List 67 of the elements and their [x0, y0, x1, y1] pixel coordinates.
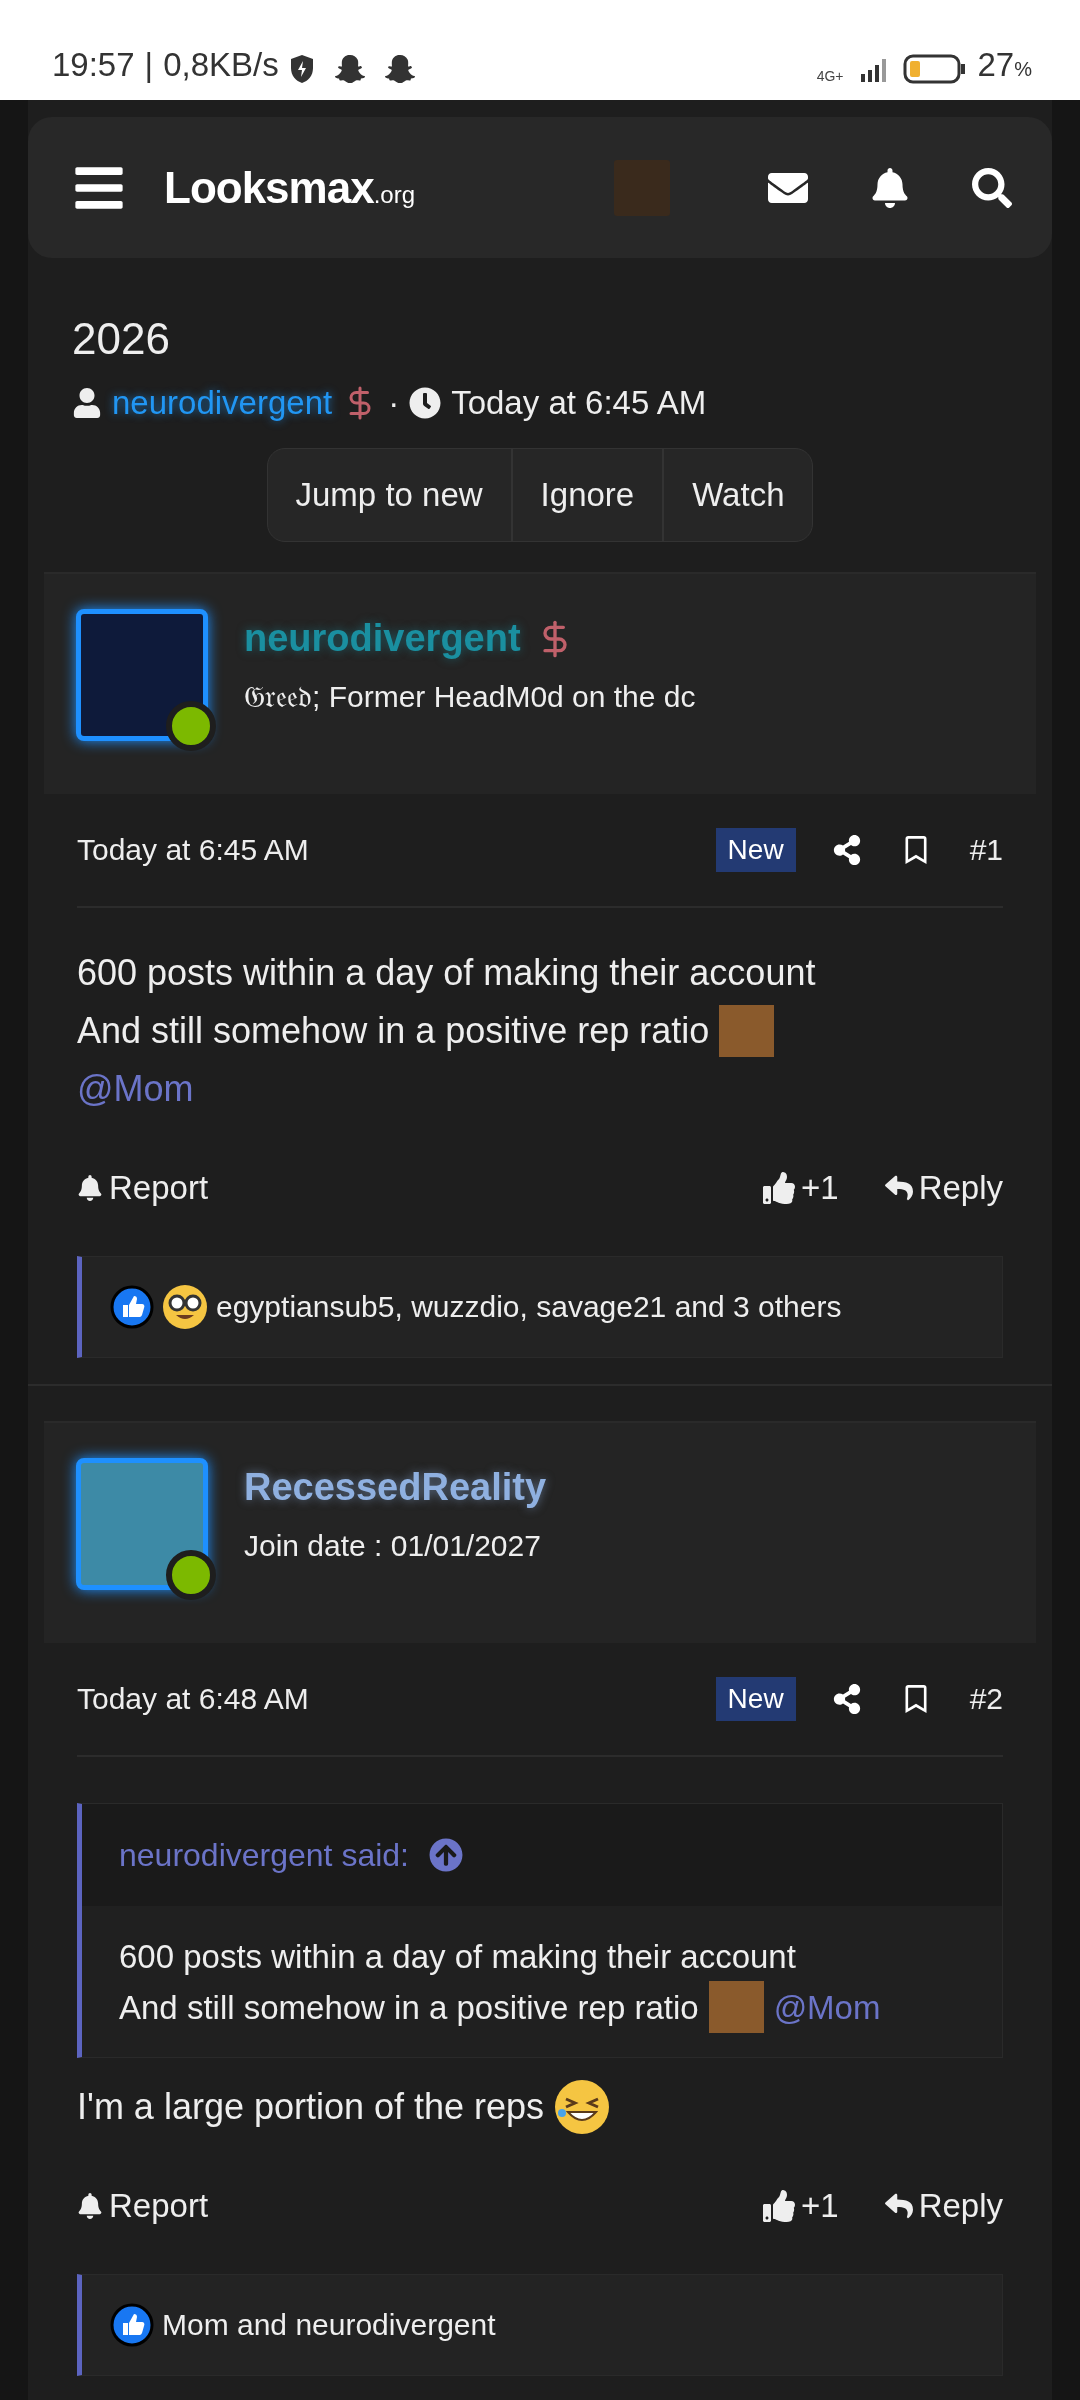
author-link[interactable]: neurodivergent	[112, 384, 333, 422]
laughing-face-icon	[554, 2079, 611, 2135]
thread-time: Today at 6:45 AM	[451, 384, 707, 422]
reply-icon	[884, 2192, 913, 2220]
thumbs-up-icon	[110, 1285, 154, 1329]
bell-icon[interactable]	[870, 167, 910, 208]
thread-button[interactable]: Ignore	[510, 449, 663, 541]
reactions-bar[interactable]: Mom and neurodivergent	[77, 2274, 1003, 2376]
like-button[interactable]: +1	[763, 2187, 839, 2225]
clock-icon	[409, 387, 442, 419]
report-button[interactable]: Report	[77, 1169, 209, 1207]
new-label: New	[715, 1677, 796, 1721]
reply-icon	[884, 1174, 913, 1202]
thread-button[interactable]: Watch	[662, 449, 813, 541]
reply-button[interactable]: Reply	[884, 2187, 1003, 2225]
avatar-placeholder[interactable]	[76, 609, 208, 741]
separator-dot: ·	[388, 384, 400, 422]
photo-placeholder	[719, 1005, 775, 1057]
photo-placeholder	[708, 1981, 764, 2033]
percent-sign: %	[1014, 58, 1032, 80]
report-button[interactable]: Report	[77, 2187, 209, 2225]
like-button[interactable]: +1	[763, 1169, 839, 1207]
share-icon[interactable]	[831, 835, 862, 865]
arrow-up-icon[interactable]	[428, 1838, 463, 1872]
thumbs-up-icon	[110, 2303, 154, 2347]
username-link[interactable]: neurodivergent	[244, 617, 521, 660]
post-text: I'm a large portion of the reps	[77, 2085, 545, 2129]
thread-button[interactable]: Jump to new	[267, 449, 511, 541]
reactions-text: egyptiansub5, wuzzdio, savage21 and 3 others	[216, 1290, 842, 1324]
thumbs-up-icon	[763, 1172, 795, 1204]
avatar-placeholder[interactable]	[76, 1458, 208, 1590]
post-time[interactable]: Today at 6:48 AM	[77, 1682, 309, 1716]
network-type: 4G+	[816, 68, 844, 84]
thread-title: 2026	[71, 313, 171, 364]
site-logo[interactable]: Looksmax.org	[164, 162, 415, 213]
mention-link[interactable]: @Mom	[773, 1982, 881, 2032]
nerd-face-icon	[162, 1284, 208, 1330]
bell-icon	[77, 1175, 103, 1201]
network-speed: 0,8KB/s	[163, 46, 279, 84]
user-title: 𝔊𝔯𝔢𝔢𝔡; Former HeadM0d on the dc	[244, 680, 696, 715]
quote-author[interactable]: neurodivergent said:	[119, 1836, 409, 1874]
post-text: And still somehow in a positive rep ratio	[77, 1009, 710, 1053]
user-title: Join date : 01/01/2027	[244, 1529, 542, 1563]
post-number[interactable]: #1	[969, 833, 1003, 867]
search-icon[interactable]	[972, 167, 1012, 208]
status-time: 19:57	[52, 46, 135, 84]
post-text: And still somehow in a positive rep ratio	[119, 1987, 699, 2028]
new-label: New	[715, 828, 796, 872]
ghost-icon	[384, 54, 415, 84]
status-divider: |	[144, 46, 154, 84]
post-text: 600 posts within a day of making their account	[77, 951, 816, 995]
user-icon	[72, 388, 102, 418]
reply-button[interactable]: Reply	[884, 1169, 1003, 1207]
battery-percent: 27	[977, 46, 1015, 83]
post-time[interactable]: Today at 6:45 AM	[77, 833, 309, 867]
mention-link[interactable]: @Mom	[77, 1060, 194, 1118]
share-icon[interactable]	[831, 1684, 862, 1714]
post-number[interactable]: #2	[969, 1682, 1003, 1716]
reactions-text: Mom and neurodivergent	[162, 2308, 496, 2342]
reactions-bar[interactable]: egyptiansub5, wuzzdio, savage21 and 3 others	[77, 1256, 1003, 1358]
battery-icon	[903, 54, 968, 84]
post-text: 600 posts within a day of making their account	[119, 1937, 796, 1977]
shield-icon	[288, 54, 315, 84]
ghost-icon	[334, 54, 365, 84]
thumbs-up-icon	[763, 2190, 795, 2222]
bell-icon	[77, 2193, 103, 2219]
username-link[interactable]: RecessedReality	[244, 1466, 547, 1509]
